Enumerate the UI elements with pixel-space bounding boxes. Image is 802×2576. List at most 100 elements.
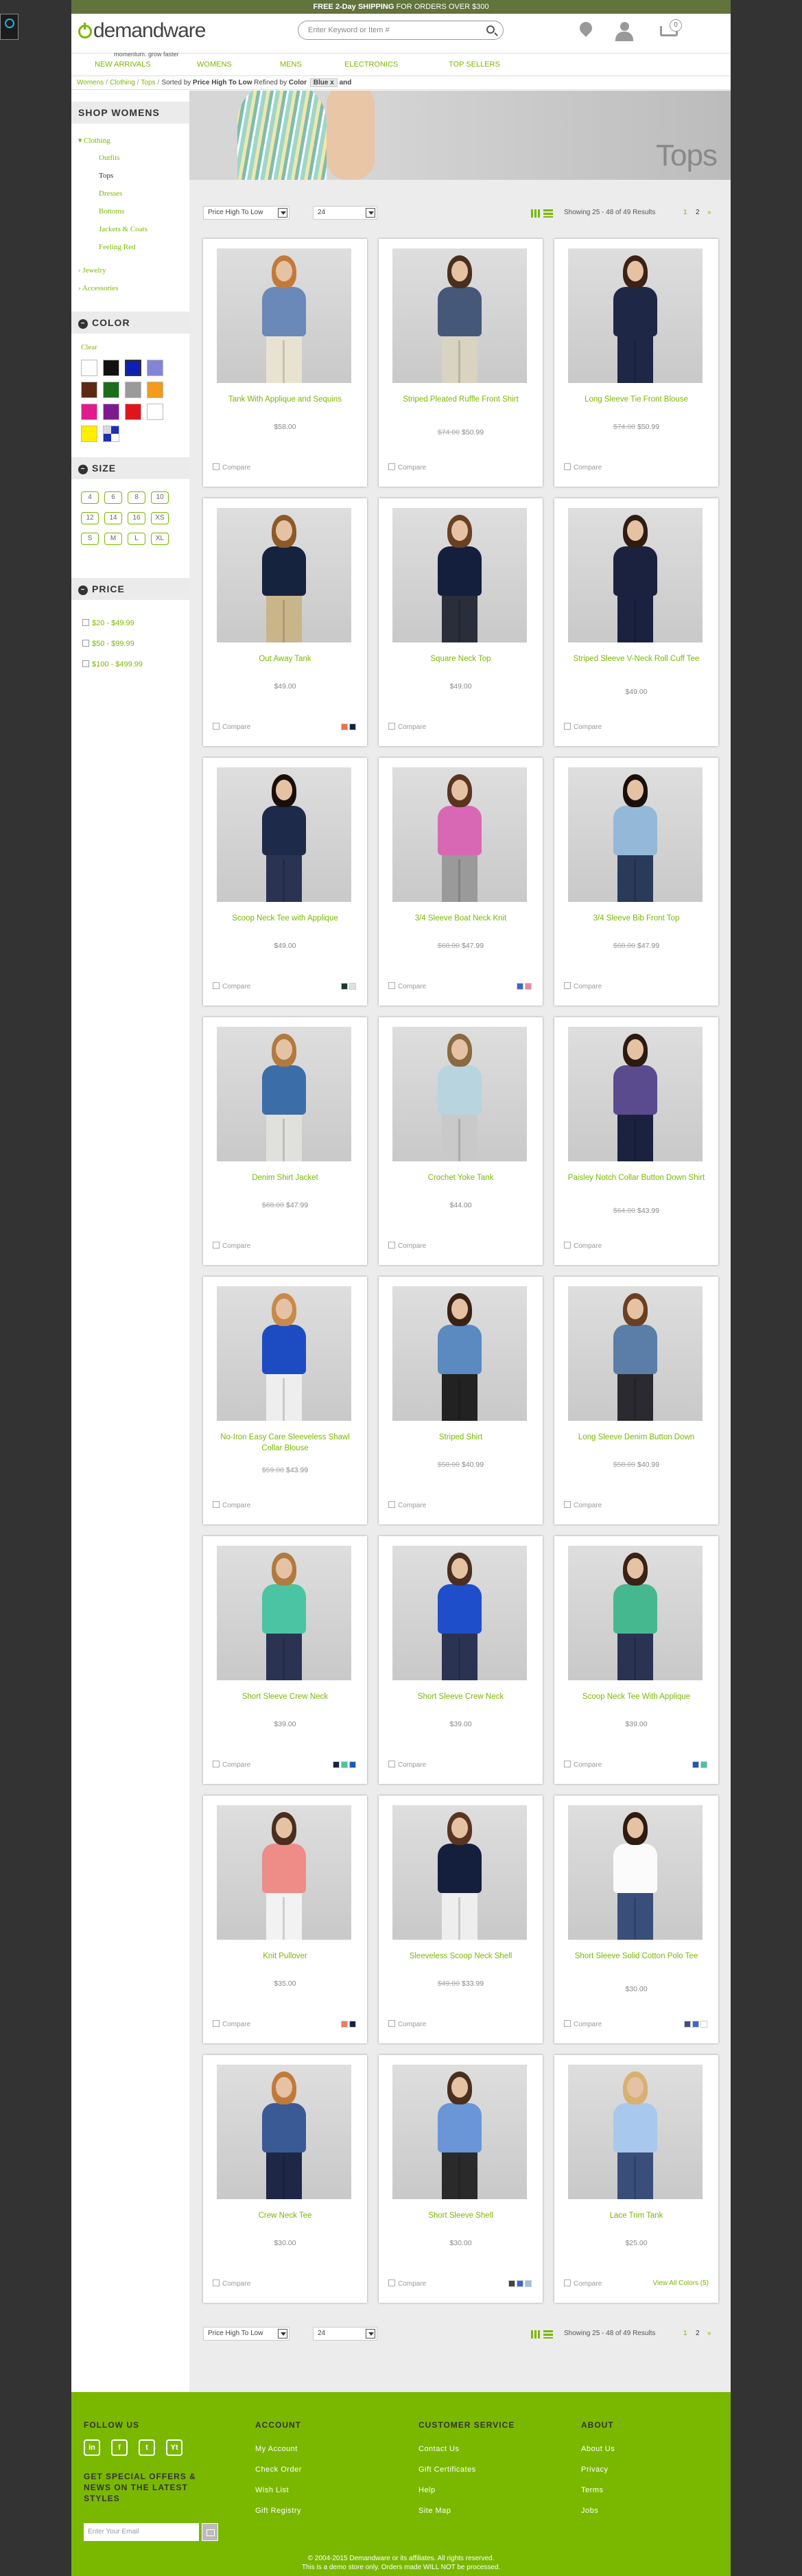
next-page-link[interactable]: » — [707, 2330, 711, 2337]
compare-checkbox[interactable]: Compare — [213, 1242, 250, 1250]
product-tile[interactable]: Striped Shirt $58.00 $40.99 Compare — [379, 1277, 543, 1524]
product-name[interactable]: Tank With Applique and Sequins — [210, 394, 360, 405]
product-swatch[interactable] — [349, 723, 356, 730]
email-field[interactable]: Enter Your Email — [84, 2523, 199, 2541]
product-image[interactable] — [568, 1546, 703, 1680]
product-swatch[interactable] — [525, 983, 532, 990]
product-image[interactable] — [392, 2065, 527, 2199]
color-swatch[interactable] — [125, 382, 141, 398]
breadcrumb-clothing[interactable]: Clothing — [110, 79, 135, 86]
product-tile[interactable]: Crochet Yoke Tank $44.00 Compare — [379, 1017, 543, 1265]
size-option[interactable]: 10 — [151, 491, 169, 504]
color-swatch[interactable] — [125, 404, 141, 420]
product-swatch[interactable] — [517, 2280, 523, 2287]
product-name[interactable]: Short Sleeve Solid Cotton Polo Tee — [561, 1951, 711, 1962]
facebook-icon[interactable]: f — [111, 2439, 128, 2456]
product-name[interactable]: Long Sleeve Tie Front Blouse — [561, 394, 711, 405]
color-swatch[interactable] — [147, 382, 163, 398]
size-option[interactable]: 12 — [81, 512, 99, 524]
twitter-icon[interactable]: t — [139, 2439, 155, 2456]
compare-checkbox[interactable]: Compare — [213, 982, 250, 990]
color-swatch[interactable] — [103, 382, 119, 398]
compare-checkbox[interactable]: Compare — [564, 2020, 602, 2028]
footer-gift-registry[interactable]: Gift Registry — [255, 2507, 301, 2515]
product-image[interactable] — [392, 1546, 527, 1680]
product-name[interactable]: No-Iron Easy Care Sleeveless Shawl Colla… — [210, 1432, 360, 1454]
price-filter-1[interactable]: $20 - $49.99 — [82, 619, 134, 627]
color-swatch[interactable] — [81, 360, 97, 376]
product-name[interactable]: Paisley Notch Collar Button Down Shirt — [561, 1172, 711, 1183]
page-1-link[interactable]: 1 — [683, 209, 687, 216]
compare-checkbox[interactable]: Compare — [388, 463, 426, 472]
product-image[interactable] — [568, 248, 703, 383]
size-heading[interactable]: − SIZE — [71, 457, 189, 479]
size-option[interactable]: XS — [151, 512, 169, 524]
product-tile[interactable]: 3/4 Sleeve Boat Neck Knit $68.00 $47.99 Com… — [379, 758, 543, 1006]
color-clear-link[interactable]: Clear — [81, 343, 97, 351]
product-name[interactable]: Scoop Neck Tee With Applique — [561, 1691, 711, 1702]
product-image[interactable] — [568, 1027, 703, 1161]
product-swatch[interactable] — [341, 1761, 348, 1768]
compare-checkbox[interactable]: Compare — [564, 723, 602, 731]
product-name[interactable]: Lace Trim Tank — [561, 2210, 711, 2221]
checkbox[interactable] — [82, 660, 89, 667]
nav-electronics[interactable]: ELECTRONICS — [344, 54, 398, 76]
checkbox[interactable] — [82, 619, 89, 626]
product-image[interactable] — [217, 1546, 351, 1680]
compare-checkbox[interactable]: Compare — [564, 1501, 602, 1509]
checkbox[interactable] — [82, 640, 89, 647]
product-name[interactable]: Out Away Tank — [210, 653, 360, 664]
nav-new-arrivals[interactable]: NEW ARRIVALS — [95, 54, 151, 76]
grid-view-icon[interactable] — [531, 2330, 541, 2339]
footer-terms[interactable]: Terms — [581, 2486, 603, 2494]
compare-checkbox[interactable]: Compare — [388, 723, 426, 731]
page-1-link[interactable]: 1 — [683, 2330, 687, 2337]
product-tile[interactable]: Short Sleeve Crew Neck $39.00 Compare — [203, 1536, 367, 1784]
footer-gift-certificates[interactable]: Gift Certificates — [418, 2465, 476, 2474]
compare-checkbox[interactable]: Compare — [388, 1501, 426, 1509]
compare-checkbox[interactable]: Compare — [564, 1761, 602, 1769]
product-swatch[interactable] — [700, 1761, 707, 1768]
compare-checkbox[interactable]: Compare — [213, 1761, 250, 1769]
product-name[interactable]: Striped Sleeve V-Neck Roll Cuff Tee — [561, 653, 711, 664]
logo[interactable]: demandware momentum. grow faster — [78, 21, 206, 58]
product-tile[interactable]: 3/4 Sleeve Bib Front Top $68.00 $47.99 Comp… — [554, 758, 718, 1006]
color-swatch[interactable] — [103, 404, 119, 420]
color-swatch[interactable] — [81, 404, 97, 420]
color-swatch[interactable] — [125, 360, 141, 376]
compare-checkbox[interactable]: Compare — [388, 2279, 426, 2288]
product-image[interactable] — [217, 248, 351, 383]
product-tile[interactable]: Short Sleeve Solid Cotton Polo Tee $30.00… — [554, 1796, 718, 2043]
price-heading[interactable]: − PRICE — [71, 578, 189, 600]
product-tile[interactable]: Tank With Applique and Sequins $58.00 Comp… — [203, 239, 367, 487]
list-view-icon[interactable] — [543, 209, 553, 218]
power-sidebar-button[interactable] — [0, 14, 19, 40]
footer-help[interactable]: Help — [418, 2486, 436, 2494]
product-image[interactable] — [392, 767, 527, 902]
footer-check-order[interactable]: Check Order — [255, 2465, 302, 2474]
compare-checkbox[interactable]: Compare — [388, 982, 426, 990]
per-page-select[interactable]: 24 — [313, 206, 377, 220]
product-swatch[interactable] — [333, 1761, 340, 1768]
product-tile[interactable]: Scoop Neck Tee With Applique $39.00 Compar… — [554, 1536, 718, 1784]
footer-site-map[interactable]: Site Map — [418, 2507, 451, 2515]
compare-checkbox[interactable]: Compare — [388, 1761, 426, 1769]
color-heading[interactable]: − COLOR — [71, 312, 189, 334]
product-name[interactable]: Short Sleeve Crew Neck — [210, 1691, 360, 1702]
color-swatch[interactable] — [103, 426, 119, 442]
product-swatch[interactable] — [684, 2021, 691, 2028]
product-name[interactable]: Square Neck Top — [386, 653, 536, 664]
footer-my-account[interactable]: My Account — [255, 2445, 298, 2453]
size-option[interactable]: 8 — [128, 491, 145, 504]
color-swatch[interactable] — [81, 426, 97, 442]
product-swatch[interactable] — [341, 723, 348, 730]
sort-select[interactable]: Price High To Low — [203, 206, 290, 220]
size-option[interactable]: 6 — [104, 491, 122, 504]
product-name[interactable]: Crew Neck Tee — [210, 2210, 360, 2221]
product-tile[interactable]: Long Sleeve Denim Button Down $58.00 $40.9… — [554, 1277, 718, 1524]
size-option[interactable]: S — [81, 533, 99, 545]
size-option[interactable]: 14 — [104, 512, 122, 524]
breadcrumb-tops[interactable]: Tops — [141, 79, 156, 86]
chip-remove-icon[interactable]: x — [330, 79, 334, 86]
breadcrumb-womens[interactable]: Womens — [77, 79, 104, 86]
